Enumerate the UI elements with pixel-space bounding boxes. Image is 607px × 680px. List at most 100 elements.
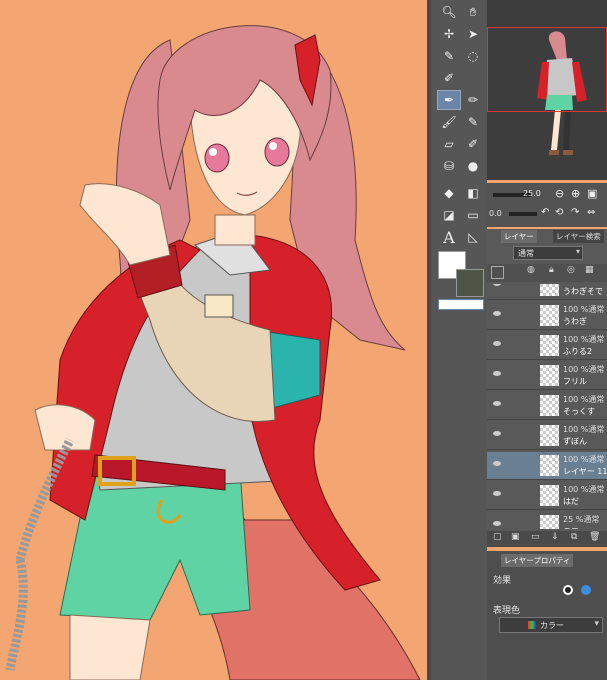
layer-row[interactable]: 100 %通常 レイヤー 11 [487,452,607,480]
layer-thumbnail [540,515,559,529]
trash-icon[interactable]: 🗑︎ [589,532,600,542]
layer-name: うわぎそで [563,287,603,296]
layer-thumbnail [540,335,559,356]
layer-thumbnail [540,455,559,476]
pen-icon[interactable]: ✒ [437,90,461,110]
bucket-icon[interactable]: ⛁ [437,156,461,176]
layer-toolbar: ◍ 🔒︎ ◎ ▦ [487,264,607,282]
wand-icon[interactable]: ✎ [437,46,461,66]
character-illustration [5,25,421,680]
layer-row[interactable]: 100 %通常 ふりる2 [487,332,607,360]
lock-icon[interactable]: 🔒︎ [549,265,554,275]
zoom-icon[interactable]: 🔍︎ [437,2,461,22]
blend-icon[interactable]: ✐ [461,134,485,154]
merge-icon[interactable]: ⇓ [551,532,559,542]
layer-thumbnail [540,485,559,506]
eye-icon[interactable] [493,371,501,376]
eye-icon[interactable] [493,521,501,526]
rotation-slider[interactable] [509,212,537,216]
color-mode-label: 表現色 [493,606,521,616]
layer-actions-bar: ▢ ▣ ▭ ⇓ ⧉ 🗑︎ [487,531,607,547]
eye-icon[interactable] [493,341,501,346]
new-layer-icon[interactable]: ▢ [493,532,502,542]
ruler-icon[interactable]: ◺ [461,227,485,247]
transparent-color-swatch[interactable] [438,299,484,310]
tool-palette: 🔍︎ ✋︎ ✢ ➤ ✎ ◌ ✐ ✒ ✏ 🖌︎ ✎ ▱ ✐ ⛁ ● ◆ ◧ ◪ ▭… [431,0,487,680]
eye-icon[interactable] [493,431,501,436]
layer-row[interactable]: 100 %通常 フリル [487,362,607,390]
shape-icon[interactable]: ◪ [437,205,461,225]
copy-icon[interactable]: ⧉ [571,532,577,542]
ref-icon[interactable]: ◎ [567,265,575,275]
text-icon[interactable]: A [437,227,461,247]
layer-name: はだ [563,497,579,506]
layer-opacity: 100 %通常 [563,365,605,374]
layer-name: ふりる2 [563,347,593,356]
chevron-down-icon: ▾ [575,247,580,256]
mask-icon[interactable]: ▦ [585,265,594,275]
eye-icon[interactable] [493,284,501,286]
effect-tone-icon[interactable] [581,585,591,595]
color-icon[interactable] [491,266,504,279]
layer-property-panel: レイヤープロパティ 効果 表現色 カラー ▾ [487,551,607,680]
hand-icon[interactable]: ✋︎ [461,2,485,22]
object-select-icon[interactable]: ➤ [461,24,485,44]
zoom-in-icon[interactable]: ⊕ [571,187,580,200]
move-icon[interactable]: ✢ [437,24,461,44]
reset-icon[interactable]: ⟲ [555,207,563,218]
layer-name: そっくす [563,407,595,416]
tab-layer-property[interactable]: レイヤープロパティ [501,554,574,567]
layer-thumbnail [540,305,559,326]
color-mode-select[interactable]: カラー ▾ [499,617,603,633]
effect-border-icon[interactable] [563,585,573,595]
blend-mode-value: 通常 [518,249,534,258]
pencil-icon[interactable]: ✏ [461,90,485,110]
rotate-left-icon[interactable]: ↶ [541,207,549,218]
sub-color-swatch[interactable] [456,269,484,297]
navigator-view-frame[interactable] [487,27,607,112]
eye-icon[interactable] [493,491,501,496]
frame-icon[interactable]: ▭ [461,205,485,225]
fit-icon[interactable]: ▣ [587,187,597,200]
new-folder-icon[interactable]: ▭ [531,532,540,542]
layer-row[interactable]: 100 %通常 ずぼん [487,422,607,450]
eyedropper-icon[interactable]: ✐ [437,68,461,88]
tab-layer-search[interactable]: レイヤー検索 [553,230,604,243]
eye-icon[interactable] [493,461,501,466]
blend-mode-select[interactable]: 通常 ▾ [513,246,583,260]
drop-icon[interactable]: ● [461,156,485,176]
layer-list: うわぎそで 100 %通常 うわぎ 100 %通常 ふりる2 100 %通常 フリル 100 … [487,284,607,529]
rotation-value: 0.0 [489,209,502,218]
rotate-right-icon[interactable]: ↷ [571,207,579,218]
airbrush-icon[interactable]: ✎ [461,112,485,132]
layer-row[interactable]: 100 %通常 はだ [487,482,607,510]
layer-name: ラフ [563,526,579,529]
drawing-canvas[interactable] [0,0,427,680]
new-vector-icon[interactable]: ▣ [511,532,520,542]
brush-icon[interactable]: 🖌︎ [437,112,461,132]
eye-icon[interactable] [493,401,501,406]
eye-icon[interactable] [493,311,501,316]
layer-thumbnail [540,395,559,416]
zoom-out-icon[interactable]: ⊖ [555,187,564,200]
tab-layer[interactable]: レイヤー [501,230,537,243]
clip-icon[interactable]: ◍ [527,265,535,275]
flip-icon[interactable]: ⇔ [587,207,595,218]
layer-opacity: 100 %通常 [563,455,605,464]
layer-row[interactable]: 100 %通常 そっくす [487,392,607,420]
rgb-icon [528,621,536,629]
gradient-icon[interactable]: ◧ [461,183,485,203]
layer-name: レイヤー 11 [563,467,607,476]
fill-icon[interactable]: ◆ [437,183,461,203]
layer-opacity: 100 %通常 [563,425,605,434]
eraser-icon[interactable]: ▱ [437,134,461,154]
layer-panel: レイヤー レイヤー検索 通常 ▾ ◍ 🔒︎ ◎ ▦ うわぎそで 100 %通常 うわ… [487,229,607,547]
layer-row[interactable]: うわぎそで [487,284,607,300]
color-mode-value: カラー [540,621,564,630]
layer-row[interactable]: 25 %通常ラフ [487,512,607,529]
layer-opacity: 100 %通常 [563,305,605,314]
layer-thumbnail [540,284,559,296]
layer-opacity: 100 %通常 [563,335,605,344]
layer-row[interactable]: 100 %通常 うわぎ [487,302,607,330]
lasso-icon[interactable]: ◌ [461,46,485,66]
